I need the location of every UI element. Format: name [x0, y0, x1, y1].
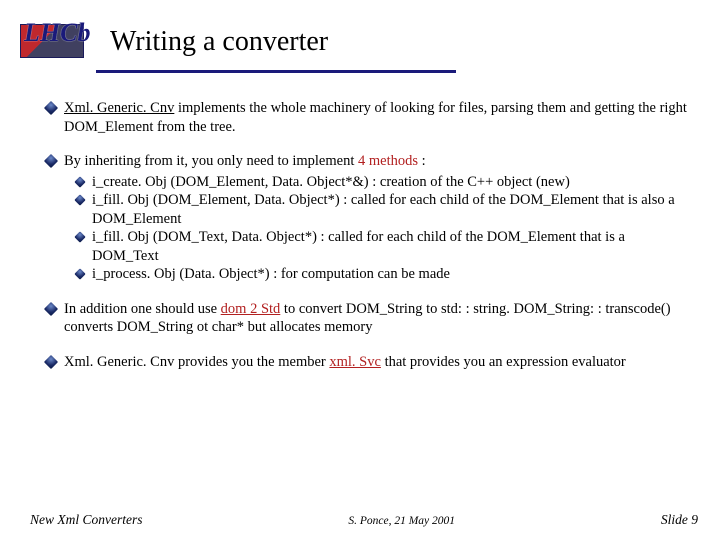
slide-footer: New Xml Converters S. Ponce, 21 May 2001… [0, 512, 720, 528]
bullet-2-accent: 4 methods [358, 153, 418, 169]
bullet-4: Xml. Generic. Cnv provides you the membe… [46, 353, 692, 372]
slide-content: Xml. Generic. Cnv implements the whole m… [0, 85, 720, 372]
bullet-3: In addition one should use dom 2 Std to … [46, 300, 692, 337]
slide-title: Writing a converter [110, 22, 328, 58]
footer-center: S. Ponce, 21 May 2001 [348, 515, 455, 527]
bullet-4-tail: that provides you an expression evaluato… [381, 354, 626, 370]
title-rule [96, 70, 456, 73]
footer-left: New Xml Converters [30, 512, 143, 528]
bullet-3-lead: In addition one should use [64, 301, 221, 317]
sub-bullet-3: i_fill. Obj (DOM_Text, Data. Object*) : … [64, 228, 692, 265]
logo-text: LHCb [24, 18, 90, 48]
bullet-1: Xml. Generic. Cnv implements the whole m… [46, 99, 692, 136]
bullet-2-lead: By inheriting from it, you only need to … [64, 153, 358, 169]
slide-header: LHCb Writing a converter [0, 0, 720, 70]
bullet-2: By inheriting from it, you only need to … [46, 152, 692, 284]
bullet-2-tail: : [418, 153, 426, 169]
sub-bullet-1: i_create. Obj (DOM_Element, Data. Object… [64, 173, 692, 192]
bullet-3-accent: dom 2 Std [221, 301, 281, 317]
sub-bullet-4: i_process. Obj (Data. Object*) : for com… [64, 265, 692, 284]
footer-right: Slide 9 [661, 512, 698, 528]
bullet-4-accent: xml. Svc [329, 354, 381, 370]
bullet-4-lead: Xml. Generic. Cnv provides you the membe… [64, 354, 329, 370]
sub-bullet-2: i_fill. Obj (DOM_Element, Data. Object*)… [64, 191, 692, 228]
lhcb-logo: LHCb [20, 18, 92, 62]
bullet-1-underline: Xml. Generic. Cnv [64, 100, 174, 116]
